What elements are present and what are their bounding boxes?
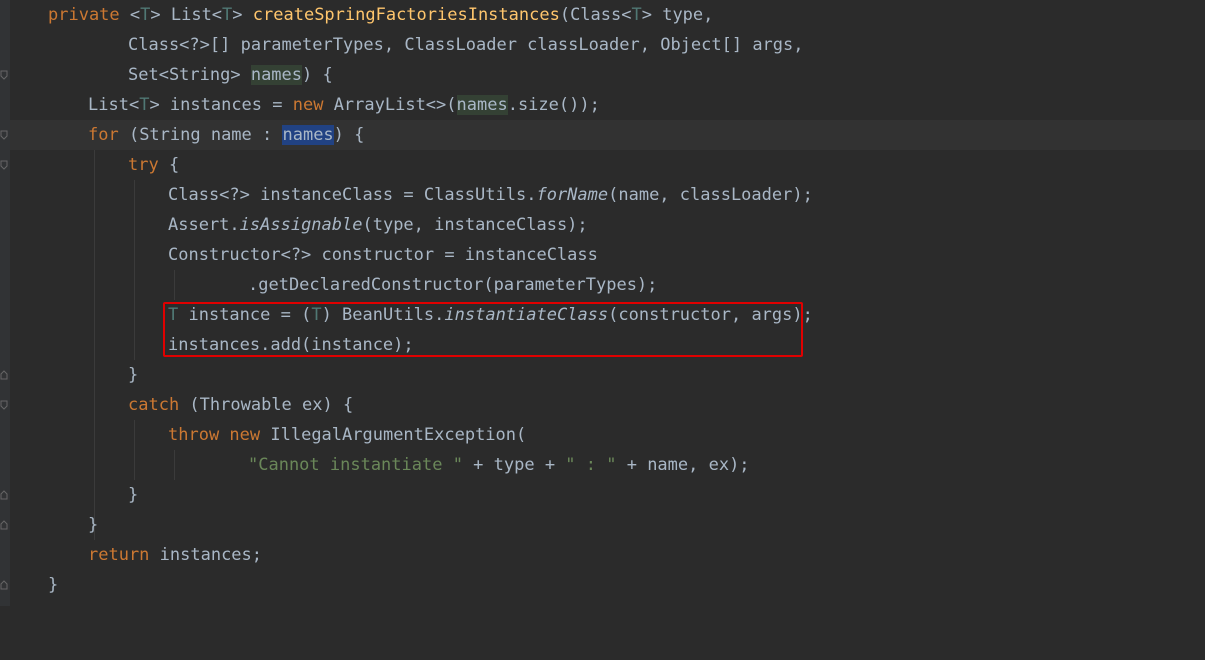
code-line[interactable]: try { [10, 150, 1205, 180]
fold-marker-icon[interactable] [0, 160, 8, 170]
fold-marker-icon[interactable] [0, 400, 8, 410]
code-token: IllegalArgumentException( [270, 425, 527, 445]
code-token: > List< [150, 5, 223, 25]
code-token: ArrayList<>( [333, 95, 457, 115]
selected-text[interactable]: names [282, 125, 334, 145]
code-token: > [232, 5, 253, 25]
code-token: + name, ex); [616, 455, 750, 475]
code-token: catch [128, 395, 190, 415]
code-line[interactable]: "Cannot instantiate " + type + " : " + n… [10, 450, 1205, 480]
code-token: + type + [462, 455, 566, 475]
code-token: { [168, 155, 180, 175]
code-token: for [88, 125, 129, 145]
editor-gutter[interactable] [0, 0, 10, 606]
code-token: } [48, 575, 59, 595]
code-line[interactable]: Set<String> names) { [10, 60, 1205, 90]
static-method: forName [536, 185, 609, 205]
method-name: createSpringFactoriesInstances [252, 5, 560, 25]
code-token: Set<String> [128, 65, 251, 85]
fold-marker-icon[interactable] [0, 130, 8, 140]
code-token: > instances = [149, 95, 293, 115]
code-token: (Throwable ex) { [189, 395, 354, 415]
code-line[interactable]: catch (Throwable ex) { [10, 390, 1205, 420]
fold-marker-icon[interactable] [0, 70, 8, 80]
code-line[interactable]: Class<?> instanceClass = ClassUtils.forN… [10, 180, 1205, 210]
code-token: new [292, 95, 334, 115]
code-token: (String name : [128, 125, 283, 145]
usage-highlight: names [250, 65, 303, 85]
code-line[interactable]: } [10, 570, 1205, 600]
code-line[interactable]: throw new IllegalArgumentException( [10, 420, 1205, 450]
code-token: T [139, 95, 150, 115]
fold-marker-icon[interactable] [0, 520, 8, 530]
static-method: isAssignable [239, 215, 363, 235]
code-token: (Class< [559, 5, 632, 25]
code-line[interactable]: } [10, 360, 1205, 390]
code-line[interactable]: Assert.isAssignable(type, instanceClass)… [10, 210, 1205, 240]
code-token: ) { [333, 125, 365, 145]
code-token: throw [168, 425, 230, 445]
code-token: .getDeclaredConstructor(parameterTypes); [248, 275, 658, 295]
code-token: T [222, 5, 233, 25]
code-token: instances; [159, 545, 263, 565]
fold-marker-icon[interactable] [0, 490, 8, 500]
code-token: Assert. [168, 215, 240, 235]
code-line[interactable]: } [10, 480, 1205, 510]
code-token: (name, classLoader); [608, 185, 813, 205]
fold-marker-icon[interactable] [0, 580, 8, 590]
code-token: T [631, 5, 642, 25]
highlight-annotation-box [163, 302, 803, 357]
code-line[interactable]: List<T> instances = new ArrayList<>(name… [10, 90, 1205, 120]
code-token: (type, instanceClass); [362, 215, 588, 235]
usage-highlight: names [456, 95, 508, 115]
code-token: Class<?> instanceClass = ClassUtils. [168, 185, 537, 205]
code-token: try [128, 155, 169, 175]
string-literal: " : " [565, 455, 617, 475]
code-line[interactable]: .getDeclaredConstructor(parameterTypes); [10, 270, 1205, 300]
fold-marker-icon[interactable] [0, 370, 8, 380]
code-line[interactable]: private <T> List<T> createSpringFactorie… [10, 0, 1205, 30]
code-token: } [88, 515, 99, 535]
code-token: < [129, 5, 141, 25]
code-token: Class<?>[] parameterTypes, ClassLoader c… [128, 35, 804, 55]
code-line-current[interactable]: for (String name : names) { [10, 120, 1205, 150]
code-token: Constructor<?> constructor = instanceCla… [168, 245, 598, 265]
code-token: new [229, 425, 271, 445]
code-line[interactable]: Constructor<?> constructor = instanceCla… [10, 240, 1205, 270]
code-token: .size()); [507, 95, 600, 115]
code-token: List< [88, 95, 140, 115]
code-token: T [140, 5, 151, 25]
code-token: private [48, 5, 130, 25]
code-token: > type, [641, 5, 714, 25]
code-token: } [128, 485, 139, 505]
code-line[interactable]: Class<?>[] parameterTypes, ClassLoader c… [10, 30, 1205, 60]
code-line[interactable]: } [10, 510, 1205, 540]
code-token: ) { [302, 65, 333, 85]
code-line[interactable]: return instances; [10, 540, 1205, 570]
code-token: } [128, 365, 139, 385]
code-token: return [88, 545, 160, 565]
string-literal: "Cannot instantiate " [248, 455, 463, 475]
